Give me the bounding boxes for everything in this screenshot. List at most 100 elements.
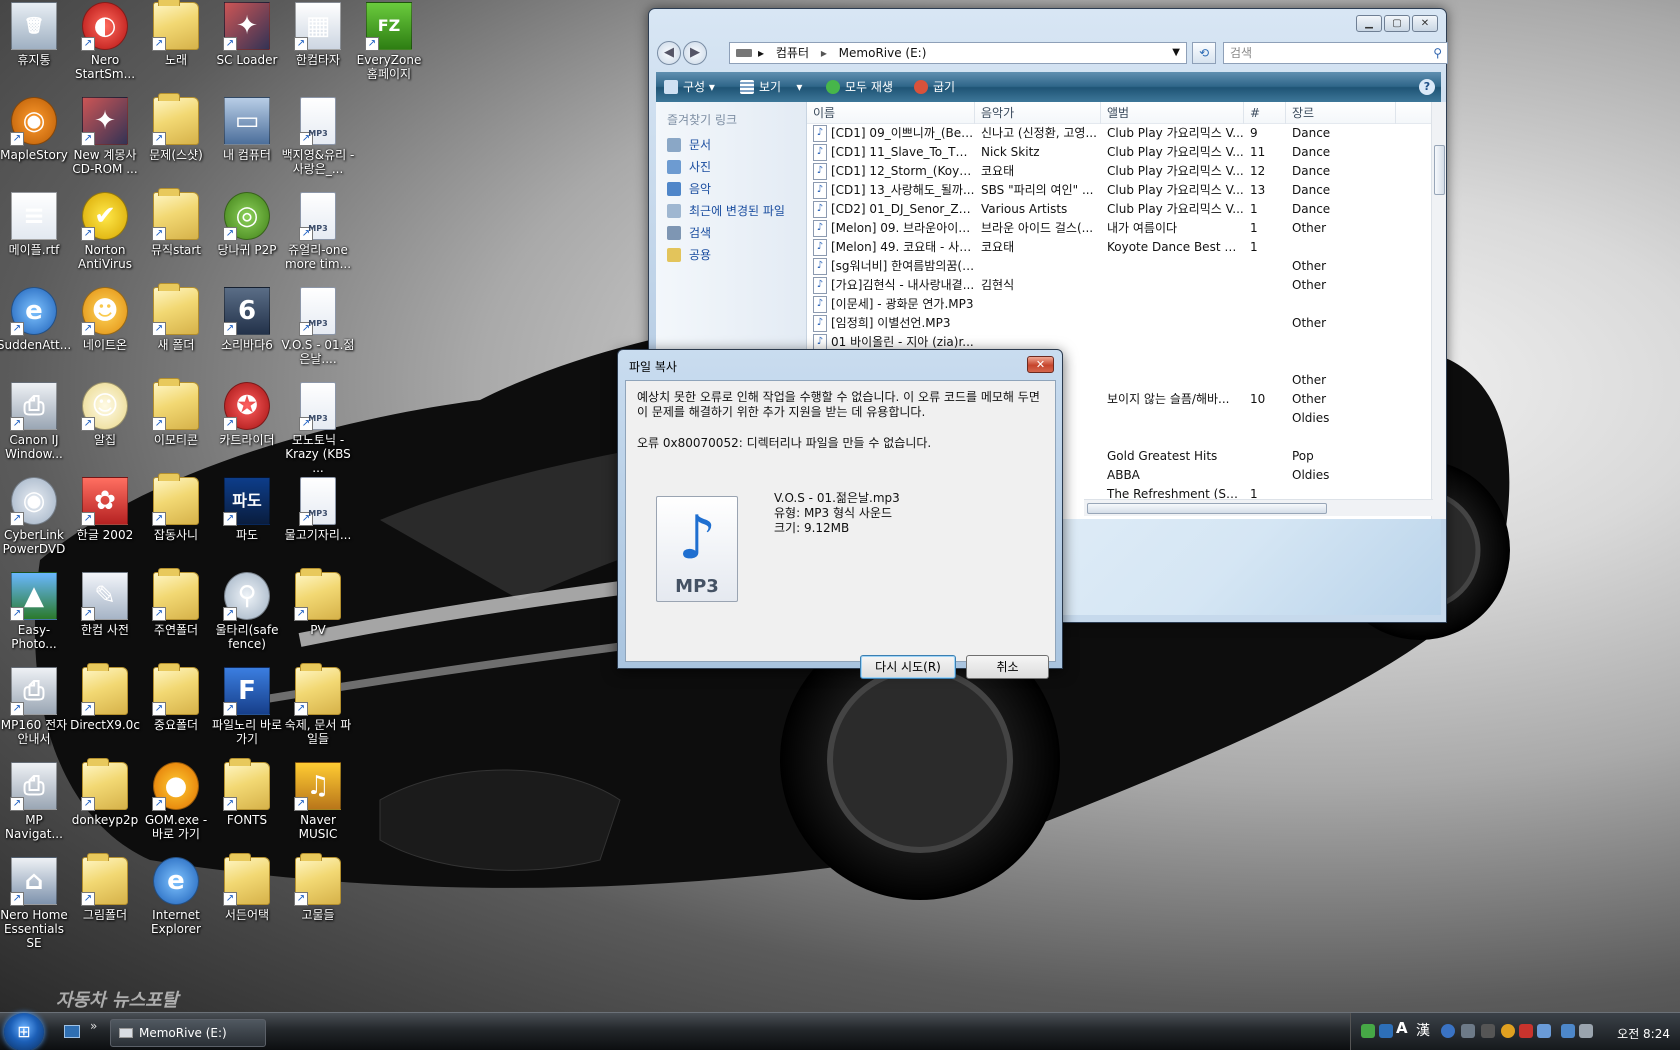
nav-link-music[interactable]: 음악 (656, 178, 806, 200)
nav-link-pictures[interactable]: 사진 (656, 156, 806, 178)
desktop-icon[interactable]: ↗ 주연폴더 (138, 568, 214, 637)
breadcrumb-computer[interactable]: 컴퓨터 (776, 46, 809, 60)
column-genre[interactable]: 장르 (1286, 102, 1396, 124)
breadcrumb-drive[interactable]: MemoRive (E:) (839, 46, 927, 60)
play-all-button[interactable]: 모두 재생 (826, 72, 893, 102)
desktop-icon[interactable]: ↗ 고물들 (280, 853, 356, 922)
expand-tray-icon[interactable] (1481, 1024, 1495, 1038)
desktop-icon[interactable]: ↗ 중요폴더 (138, 663, 214, 732)
desktop-icon[interactable]: ◐ ↗ Nero StartSm... (67, 2, 143, 81)
desktop-icon[interactable]: ✔ ↗ Norton AntiVirus (67, 192, 143, 271)
desktop-icon[interactable]: ↗ 그림폴더 (67, 853, 143, 922)
network-icon[interactable] (1561, 1024, 1575, 1038)
retry-button[interactable]: 다시 시도(R) (860, 655, 956, 679)
desktop-icon[interactable]: ↗ 서든어택 (209, 853, 285, 922)
desktop-icon[interactable]: ♫ ↗ Naver MUSIC (280, 762, 356, 841)
search-icon[interactable]: ⚲ (1433, 43, 1442, 63)
desktop-icon[interactable]: ⎙ ↗ MP Navigat... (0, 762, 72, 841)
desktop-icon[interactable]: ◎ ↗ 당나귀 P2P (209, 192, 285, 257)
column-album[interactable]: 앨범 (1101, 102, 1244, 124)
desktop-icon[interactable]: ↗ 물고기자리... (280, 477, 356, 542)
desktop-icon[interactable]: ☻ ↗ 네이트온 (67, 287, 143, 352)
volume-icon[interactable] (1579, 1024, 1593, 1038)
help-tray-icon[interactable] (1441, 1024, 1455, 1038)
address-bar[interactable]: ▸ 컴퓨터 ▸ MemoRive (E:) ▼ (729, 42, 1187, 64)
nav-link-search[interactable]: 검색 (656, 222, 806, 244)
desktop-icon[interactable]: ⌂ ↗ Nero Home Essentials SE (0, 857, 72, 950)
address-dropdown-icon[interactable]: ▼ (1172, 43, 1180, 63)
desktop-icon[interactable]: ≡ 메이플.rtf (0, 192, 72, 257)
desktop-icon[interactable]: ◉ ↗ MapleStory (0, 97, 72, 162)
desktop-icon[interactable]: ▦ ↗ 한컴타자 (280, 2, 356, 67)
show-desktop-icon[interactable] (64, 1025, 80, 1038)
desktop-icon[interactable]: ↗ 쥬얼리-one more tim... (280, 192, 356, 271)
table-row[interactable]: [CD1] 11_Slave_To_The_M... Nick Skitz Club… (807, 143, 1433, 162)
tray-icon[interactable] (1461, 1024, 1475, 1038)
refresh-icon[interactable]: ⟲ (1192, 42, 1216, 64)
organize-button[interactable]: 구성 ▾ (664, 72, 715, 102)
taskbar-button-explorer[interactable]: MemoRive (E:) (110, 1019, 266, 1047)
desktop-icon[interactable]: ↗ 백지영&유리 - 사랑은_... (280, 97, 356, 176)
desktop-icon[interactable]: ↗ 모노토닉 - Krazy (KBS ... (280, 382, 356, 475)
nav-link-recent[interactable]: 최근에 변경된 파일 (656, 200, 806, 222)
ime-icon[interactable] (1379, 1024, 1393, 1038)
clock[interactable]: 오전 8:24 (1617, 1025, 1670, 1042)
vertical-scrollbar[interactable] (1431, 102, 1446, 519)
desktop-icon[interactable]: FZ ↗ EveryZone 홈페이지 (351, 2, 427, 81)
desktop-icon[interactable]: ▭ 내 컴퓨터 (209, 97, 285, 162)
desktop-icon[interactable]: ↗ DirectX9.0c (67, 663, 143, 732)
nav-link-public[interactable]: 공용 (656, 244, 806, 266)
check-icon[interactable] (1361, 1024, 1375, 1038)
desktop-icon[interactable]: ⎙ ↗ Canon IJ Window... (0, 382, 72, 461)
desktop-icon[interactable]: ↗ 문제(스샷) (138, 93, 214, 162)
desktop-icon[interactable]: 파도 ↗ 파도 (209, 477, 285, 542)
table-row[interactable]: [임정희] 이별선언.MP3 Other (807, 314, 1433, 333)
desktop-icon[interactable]: ↗ 잡동사니 (138, 473, 214, 542)
desktop-icon[interactable]: 6 ↗ 소리바다6 (209, 287, 285, 352)
quicklaunch-more-icon[interactable]: » (90, 1019, 97, 1033)
tray-icon[interactable] (1537, 1024, 1551, 1038)
views-button[interactable]: 보기 ▾ (740, 72, 802, 102)
desktop-icon[interactable]: ✦ ↗ New 계몽사 CD-ROM ... (67, 97, 143, 176)
cancel-button[interactable]: 취소 (966, 655, 1049, 679)
table-row[interactable]: [Melon] 49. 코요태 - 사랑... 코요태 Koyote Dance B… (807, 238, 1433, 257)
desktop-icon[interactable]: ☺ ↗ 알집 (67, 382, 143, 447)
horizontal-scrollbar[interactable] (1084, 499, 1433, 516)
table-row[interactable]: [Melon] 09. 브라운아이드... 브라운 아이드 걸스(... 내가 여름… (807, 219, 1433, 238)
table-row[interactable]: [CD1] 09_이쁘니까_(Beau... 신나고 (신정환, 고영... Clu… (807, 124, 1433, 143)
desktop-icon[interactable]: ✪ ↗ 카트라이더 (209, 382, 285, 447)
desktop-icon[interactable]: ↗ 숙제, 문서 파일들 (280, 663, 356, 746)
table-row[interactable]: [sg워너비] 한여름밤의꿈(f... Other (807, 257, 1433, 276)
desktop-icon[interactable]: ↗ 이모티콘 (138, 378, 214, 447)
desktop-icon[interactable]: ↗ PV (280, 568, 356, 637)
column-track[interactable]: # (1244, 102, 1286, 124)
column-name[interactable]: 이름 (807, 102, 975, 124)
forward-button[interactable]: ▶ (683, 41, 707, 65)
scroll-thumb[interactable] (1434, 145, 1445, 195)
desktop-icon[interactable]: ✦ ↗ SC Loader (209, 2, 285, 67)
desktop-icon[interactable]: ✎ ↗ 한컴 사전 (67, 572, 143, 637)
file-copy-error-dialog[interactable]: 파일 복사 ✕ 예상치 못한 오류로 인해 작업을 수행할 수 없습니다. 이 … (617, 349, 1063, 679)
desktop-icon[interactable]: ↗ 노래 (138, 0, 214, 67)
table-row[interactable]: [CD1] 12_Storm_(Koyote_... 코요태 Club Play 가… (807, 162, 1433, 181)
scroll-thumb[interactable] (1087, 503, 1327, 514)
desktop-icon[interactable]: ◉ ↗ CyberLink PowerDVD (0, 477, 72, 556)
table-row[interactable]: [이문세] - 광화문 연가.MP3 (807, 295, 1433, 314)
maximize-button[interactable]: ▢ (1384, 15, 1410, 32)
desktop-icon[interactable]: ✿ ↗ 한글 2002 (67, 477, 143, 542)
close-button[interactable]: ✕ (1412, 15, 1438, 32)
tray-icon[interactable] (1501, 1024, 1515, 1038)
table-row[interactable]: [가요]김현식 - 내사랑내곁... 김현식 Other (807, 276, 1433, 295)
search-input[interactable]: 검색 ⚲ (1223, 42, 1448, 64)
tray-icon[interactable] (1519, 1024, 1533, 1038)
desktop-icon[interactable]: ↗ FONTS (209, 758, 285, 827)
language-indicator[interactable]: A (1396, 1019, 1408, 1037)
burn-button[interactable]: 굽기 (914, 72, 955, 102)
help-icon[interactable]: ? (1419, 79, 1435, 95)
table-row[interactable]: [CD2] 01_DJ_Senor_Zee_S... Various Artist… (807, 200, 1433, 219)
desktop-icon[interactable]: ⚲ ↗ 울타리(safe fence) (209, 572, 285, 651)
nav-link-documents[interactable]: 문서 (656, 134, 806, 156)
back-button[interactable]: ◀ (657, 41, 681, 65)
desktop-icon[interactable]: ↗ 새 폴더 (138, 283, 214, 352)
hanja-indicator[interactable]: 漢 (1416, 1020, 1430, 1040)
